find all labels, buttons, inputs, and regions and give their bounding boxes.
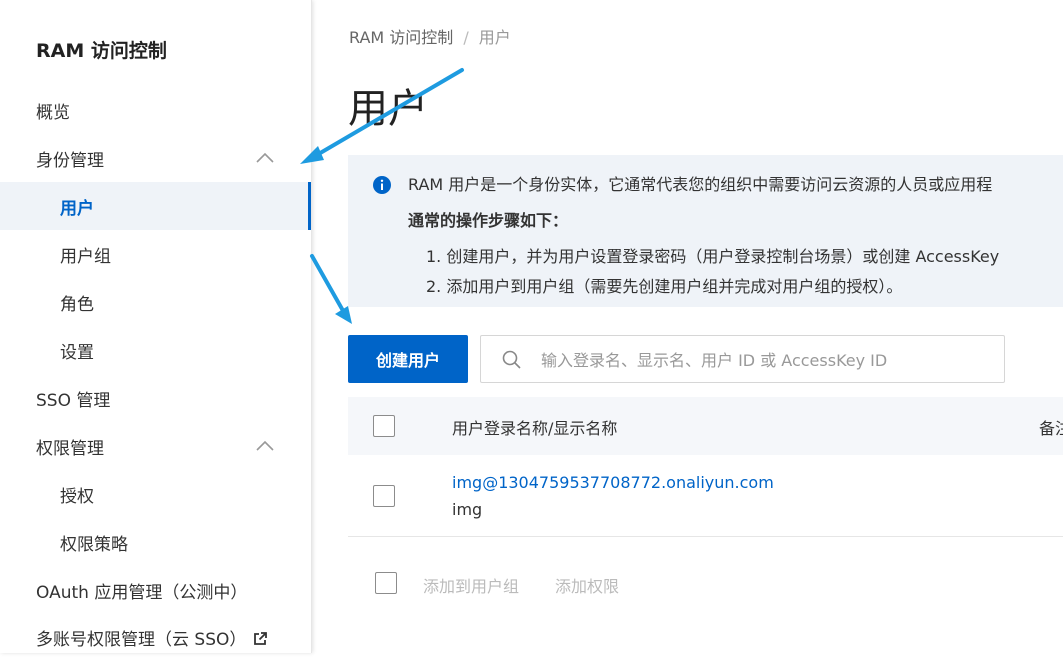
- column-header-remark: 备注: [1039, 419, 1063, 438]
- sidebar-item-oauth[interactable]: OAuth 应用管理（公测中）: [0, 566, 311, 614]
- page-title: 用户: [348, 86, 428, 132]
- sidebar-item-label: 多账号权限管理（云 SSO）: [36, 629, 247, 650]
- sidebar-item-cloud-sso[interactable]: 多账号权限管理（云 SSO）: [0, 613, 311, 661]
- info-box: RAM 用户是一个身份实体，它通常代表您的组织中需要访问云资源的人员或应用程 通…: [348, 155, 1063, 307]
- sidebar: RAM 访问控制 概览 身份管理 用户 用户组 角色 设置 SSO 管理 权限管…: [0, 0, 312, 653]
- sidebar-item-sso[interactable]: SSO 管理: [0, 374, 311, 422]
- bulk-action-bar: 添加到用户组 添加权限: [348, 560, 1063, 608]
- column-header-login: 用户登录名称/显示名称: [452, 419, 618, 438]
- breadcrumb-separator: /: [463, 28, 469, 47]
- annotation-arrow-to-create: [310, 254, 352, 324]
- select-all-checkbox[interactable]: [373, 415, 395, 437]
- search-icon: [502, 350, 521, 369]
- search-box: [480, 335, 1005, 383]
- sidebar-item-label: 角色: [60, 294, 94, 315]
- sidebar-item-groups[interactable]: 用户组: [0, 230, 311, 278]
- sidebar-item-label: 概览: [36, 102, 70, 123]
- table-header: 用户登录名称/显示名称 备注: [348, 397, 1063, 455]
- sidebar-item-policies[interactable]: 权限策略: [0, 518, 311, 566]
- sidebar-item-users[interactable]: 用户: [0, 182, 311, 230]
- sidebar-title: RAM 访问控制: [36, 40, 167, 62]
- info-steps-heading: 通常的操作步骤如下：: [408, 211, 569, 230]
- info-intro: RAM 用户是一个身份实体，它通常代表您的组织中需要访问云资源的人员或应用程: [408, 175, 993, 194]
- info-step: 2. 添加用户到用户组（需要先创建用户组并完成对用户组的授权）。: [426, 277, 903, 296]
- sidebar-item-permissions[interactable]: 权限管理: [0, 422, 311, 470]
- user-login-link[interactable]: img@1304759537708772.onaliyun.com: [452, 473, 774, 492]
- sidebar-item-grants[interactable]: 授权: [0, 470, 311, 518]
- sidebar-item-label: OAuth 应用管理（公测中）: [36, 582, 248, 603]
- add-to-group-button[interactable]: 添加到用户组: [423, 573, 519, 597]
- sidebar-item-label: 授权: [60, 486, 94, 507]
- sidebar-item-label: 设置: [60, 342, 94, 363]
- create-user-button[interactable]: 创建用户: [348, 335, 468, 383]
- breadcrumb-current: 用户: [478, 28, 511, 47]
- info-step: 1. 创建用户，并为用户设置登录密码（用户登录控制台场景）或创建 AccessK…: [426, 247, 1000, 266]
- sidebar-item-overview[interactable]: 概览: [0, 86, 311, 134]
- external-link-icon: [254, 631, 268, 645]
- chevron-up-icon: [256, 152, 274, 163]
- table-row: img@1304759537708772.onaliyun.com img: [348, 455, 1063, 537]
- info-icon: [373, 176, 391, 194]
- sidebar-item-label: 权限管理: [36, 438, 104, 459]
- sidebar-item-label: SSO 管理: [36, 390, 111, 411]
- sidebar-item-label: 身份管理: [36, 150, 104, 171]
- add-permission-button[interactable]: 添加权限: [555, 573, 619, 597]
- user-display-name: img: [452, 500, 483, 519]
- sidebar-item-settings[interactable]: 设置: [0, 326, 311, 374]
- sidebar-item-roles[interactable]: 角色: [0, 278, 311, 326]
- sidebar-item-label-wrap: 多账号权限管理（云 SSO）: [0, 625, 268, 650]
- row-checkbox[interactable]: [373, 485, 395, 507]
- sidebar-item-identity[interactable]: 身份管理: [0, 134, 311, 182]
- bulk-select-checkbox[interactable]: [375, 572, 397, 594]
- sidebar-item-label: 用户组: [60, 246, 111, 267]
- sidebar-item-label: 权限策略: [60, 534, 128, 555]
- search-input[interactable]: [539, 344, 993, 376]
- sidebar-item-label: 用户: [60, 198, 94, 219]
- chevron-up-icon: [256, 440, 274, 451]
- breadcrumb-root[interactable]: RAM 访问控制: [349, 28, 453, 47]
- breadcrumb: RAM 访问控制 / 用户: [349, 24, 511, 48]
